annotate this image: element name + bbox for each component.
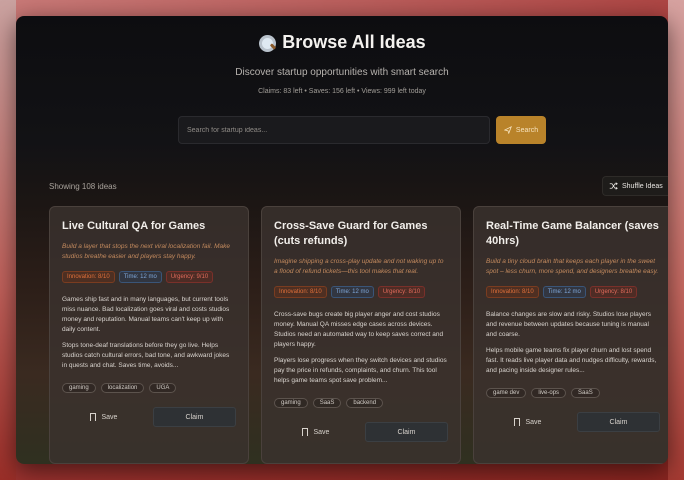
tag[interactable]: gaming <box>274 398 308 408</box>
send-icon <box>503 126 512 134</box>
desktop-wallpaper-right <box>668 0 684 480</box>
idea-problem: Cross-save bugs create big player anger … <box>274 311 444 348</box>
idea-actions: Save Claim <box>274 422 448 442</box>
results-count: Showing 108 ideas <box>49 182 117 191</box>
idea-description: Cross-save bugs create big player anger … <box>274 310 448 386</box>
save-button[interactable]: Save <box>274 422 357 442</box>
time-badge: Time: 12 mo <box>330 286 374 298</box>
idea-problem: Games ship fast and in many languages, b… <box>62 296 230 333</box>
page-title: Browse All Ideas <box>282 32 426 52</box>
idea-metrics: Innovation: 8/10 Time: 12 mo Urgency: 8/… <box>486 286 660 298</box>
idea-card[interactable]: Live Cultural QA for Games Build a layer… <box>49 206 249 464</box>
shuffle-ideas-label: Shuffle Ideas <box>622 182 663 190</box>
tag[interactable]: SaaS <box>312 398 342 408</box>
desktop-wallpaper-left <box>0 0 16 480</box>
idea-actions: Save Claim <box>62 407 236 427</box>
tag[interactable]: game dev <box>486 388 527 398</box>
usage-stats: Claims: 83 left • Saves: 156 left • View… <box>258 87 426 95</box>
innovation-badge: Innovation: 8/10 <box>62 271 115 283</box>
save-button[interactable]: Save <box>486 412 569 432</box>
bookmark-icon <box>89 413 96 423</box>
shuffle-icon <box>609 182 618 190</box>
page-subtitle: Discover startup opportunities with smar… <box>235 66 449 78</box>
idea-card[interactable]: Real-Time Game Balancer (saves 40hrs) Bu… <box>473 206 668 464</box>
idea-description: Games ship fast and in many languages, b… <box>62 295 236 371</box>
save-label: Save <box>525 418 542 426</box>
innovation-badge: Innovation: 8/10 <box>274 286 327 298</box>
claim-button[interactable]: Claim <box>576 412 660 432</box>
search-input[interactable] <box>178 116 490 144</box>
idea-tagline: Build a tiny cloud brain that keeps each… <box>486 258 659 275</box>
tag[interactable]: UGA <box>149 383 177 393</box>
urgency-badge: Urgency: 8/10 <box>589 286 638 298</box>
idea-description: Balance changes are slow and risky. Stud… <box>486 310 660 376</box>
idea-tagline: Imagine shipping a cross-play update and… <box>274 258 444 275</box>
urgency-badge: Urgency: 9/10 <box>165 271 214 283</box>
idea-solution: Helps mobile game teams fix player churn… <box>486 347 657 374</box>
idea-title: Real-Time Game Balancer (saves 40hrs) <box>486 220 659 247</box>
time-badge: Time: 12 mo <box>118 271 162 283</box>
magnifier-icon <box>258 34 277 52</box>
claim-button[interactable]: Claim <box>364 422 448 442</box>
search-bar: Search <box>178 116 546 144</box>
idea-problem: Balance changes are slow and risky. Stud… <box>486 311 651 338</box>
idea-title: Cross-Save Guard for Games (cuts refunds… <box>274 220 428 247</box>
search-button-label: Search <box>515 126 539 134</box>
save-label: Save <box>101 413 118 421</box>
bookmark-icon <box>513 418 520 428</box>
idea-title: Live Cultural QA for Games <box>62 220 206 232</box>
page-title-row: Browse All Ideas <box>258 32 426 53</box>
tag[interactable]: backend <box>346 398 384 408</box>
idea-actions: Save Claim <box>486 412 660 432</box>
tag[interactable]: SaaS <box>571 388 600 398</box>
idea-metrics: Innovation: 8/10 Time: 12 mo Urgency: 8/… <box>274 286 448 298</box>
app-window: Browse All Ideas Discover startup opport… <box>16 16 668 464</box>
time-badge: Time: 12 mo <box>542 286 586 298</box>
idea-card[interactable]: Cross-Save Guard for Games (cuts refunds… <box>261 206 461 464</box>
search-button[interactable]: Search <box>496 116 546 144</box>
claim-button[interactable]: Claim <box>152 407 236 427</box>
tag[interactable]: gaming <box>62 383 96 393</box>
idea-solution: Stops tone-deaf translations before they… <box>62 342 230 369</box>
innovation-badge: Innovation: 8/10 <box>486 286 539 298</box>
page-header: Browse All Ideas Discover startup opport… <box>16 16 668 95</box>
save-label: Save <box>313 428 330 436</box>
idea-tags: gaming SaaS backend <box>274 398 448 408</box>
idea-tags: game dev live-ops SaaS <box>486 388 660 398</box>
idea-tagline: Build a layer that stops the next viral … <box>62 243 231 260</box>
bookmark-icon <box>301 428 308 438</box>
idea-solution: Players lose progress when they switch d… <box>274 357 447 384</box>
idea-metrics: Innovation: 8/10 Time: 12 mo Urgency: 9/… <box>62 271 236 283</box>
shuffle-ideas-button[interactable]: Shuffle Ideas <box>602 176 668 196</box>
tag[interactable]: localization <box>100 383 145 393</box>
tag[interactable]: live-ops <box>531 388 567 398</box>
save-button[interactable]: Save <box>62 407 145 427</box>
urgency-badge: Urgency: 8/10 <box>377 286 426 298</box>
idea-tags: gaming localization UGA <box>62 383 236 393</box>
